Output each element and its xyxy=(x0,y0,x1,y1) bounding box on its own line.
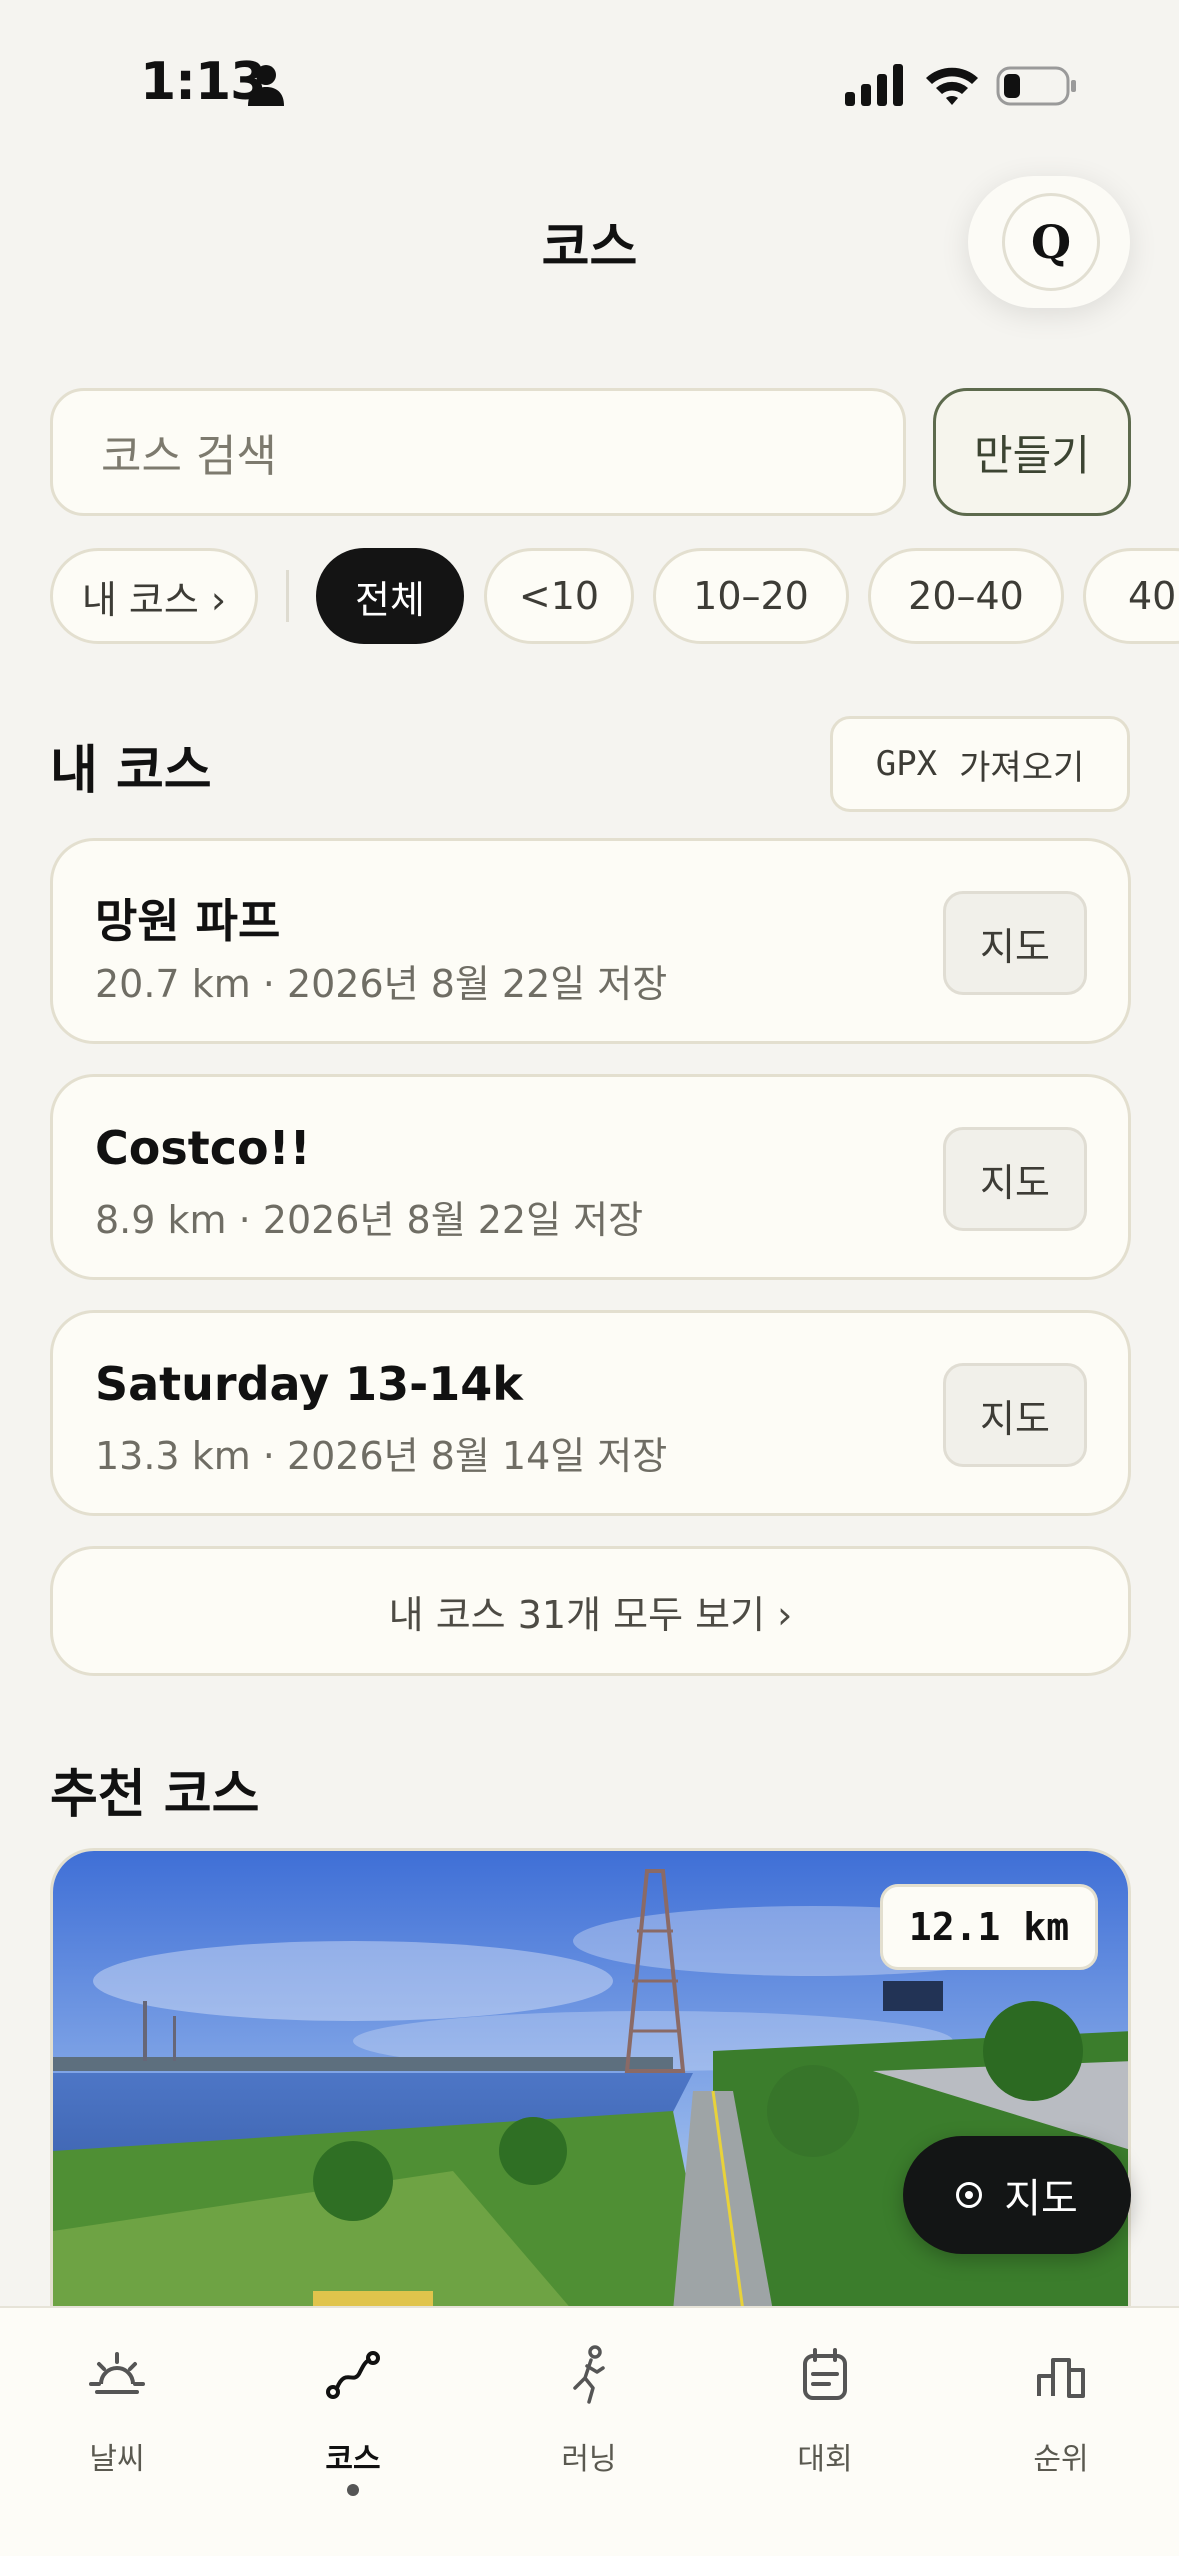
battery-icon xyxy=(996,66,1076,106)
profile-button[interactable]: Q xyxy=(968,176,1130,308)
person-icon xyxy=(248,65,284,106)
gpx-label: GPX xyxy=(875,744,938,784)
map-fab-label: 지도 xyxy=(1004,2176,1078,2222)
my-courses-chip[interactable]: 내 코스 › xyxy=(50,548,258,644)
tab-label: 대회 xyxy=(797,2442,853,2477)
calendar-icon xyxy=(803,2348,847,2400)
wifi-icon xyxy=(926,67,978,105)
filter-chip-20-40[interactable]: 20–40 xyxy=(868,548,1064,644)
distance-badge: 12.1 km xyxy=(880,1884,1098,1970)
map-button[interactable]: 지도 xyxy=(943,1363,1087,1467)
course-name: Costco!! xyxy=(95,1121,311,1175)
status-bar: 1:13 xyxy=(0,0,1179,170)
map-button[interactable]: 지도 xyxy=(943,1127,1087,1231)
course-card[interactable]: Costco!! 8.9 km · 2026년 8월 22일 저장 지도 xyxy=(50,1074,1131,1280)
course-name: Saturday 13-14k xyxy=(95,1357,523,1411)
map-button[interactable]: 지도 xyxy=(943,891,1087,995)
course-name: 망원 파프 xyxy=(95,894,281,948)
course-meta: 8.9 km · 2026년 8월 22일 저장 xyxy=(95,1198,644,1242)
view-all-courses-button[interactable]: 내 코스 31개 모두 보기 › xyxy=(50,1546,1131,1676)
import-label: 가져오기 xyxy=(959,747,1085,788)
location-icon xyxy=(956,2182,983,2208)
signal-icon xyxy=(845,64,903,106)
course-card[interactable]: 망원 파프 20.7 km · 2026년 8월 22일 저장 지도 xyxy=(50,838,1131,1044)
filter-chip-all[interactable]: 전체 xyxy=(316,548,464,644)
tab-label: 순위 xyxy=(1033,2442,1089,2477)
course-meta: 20.7 km · 2026년 8월 22일 저장 xyxy=(95,962,668,1006)
bar-chart-icon xyxy=(1037,2358,1085,2398)
course-card[interactable]: Saturday 13-14k 13.3 km · 2026년 8월 14일 저… xyxy=(50,1310,1131,1516)
filter-chip-10-20[interactable]: 10–20 xyxy=(653,548,849,644)
tab-races[interactable]: 대회 xyxy=(725,2338,925,2488)
filter-chip-under-10[interactable]: <10 xyxy=(484,548,634,644)
tab-bar: 날씨 코스 러닝 대회 순위 xyxy=(0,2306,1179,2556)
tab-ranking[interactable]: 순위 xyxy=(961,2338,1161,2488)
gpx-import-button[interactable]: GPX 가져오기 xyxy=(830,716,1130,812)
my-courses-title: 내 코스 xyxy=(50,741,212,801)
recommended-title: 추천 코스 xyxy=(50,1765,260,1825)
avatar[interactable]: Q xyxy=(1002,193,1100,291)
search-input[interactable]: 코스 검색 xyxy=(50,388,906,516)
tab-weather[interactable]: 날씨 xyxy=(17,2338,217,2488)
tab-courses[interactable]: 코스 xyxy=(253,2338,453,2496)
runner-icon xyxy=(573,2345,605,2404)
filter-chip-40-plus[interactable]: 40+ xyxy=(1083,548,1179,644)
tab-label: 러닝 xyxy=(561,2442,617,2477)
tab-label: 코스 xyxy=(325,2442,381,2477)
map-fab-button[interactable]: 지도 xyxy=(903,2136,1131,2254)
course-meta: 13.3 km · 2026년 8월 14일 저장 xyxy=(95,1434,668,1478)
active-tab-indicator xyxy=(347,2484,359,2496)
route-icon xyxy=(326,2351,380,2399)
create-button[interactable]: 만들기 xyxy=(933,388,1131,516)
sun-icon xyxy=(89,2352,145,2394)
chip-divider xyxy=(286,570,289,622)
tab-label: 날씨 xyxy=(89,2442,145,2477)
tab-running[interactable]: 러닝 xyxy=(489,2338,689,2488)
